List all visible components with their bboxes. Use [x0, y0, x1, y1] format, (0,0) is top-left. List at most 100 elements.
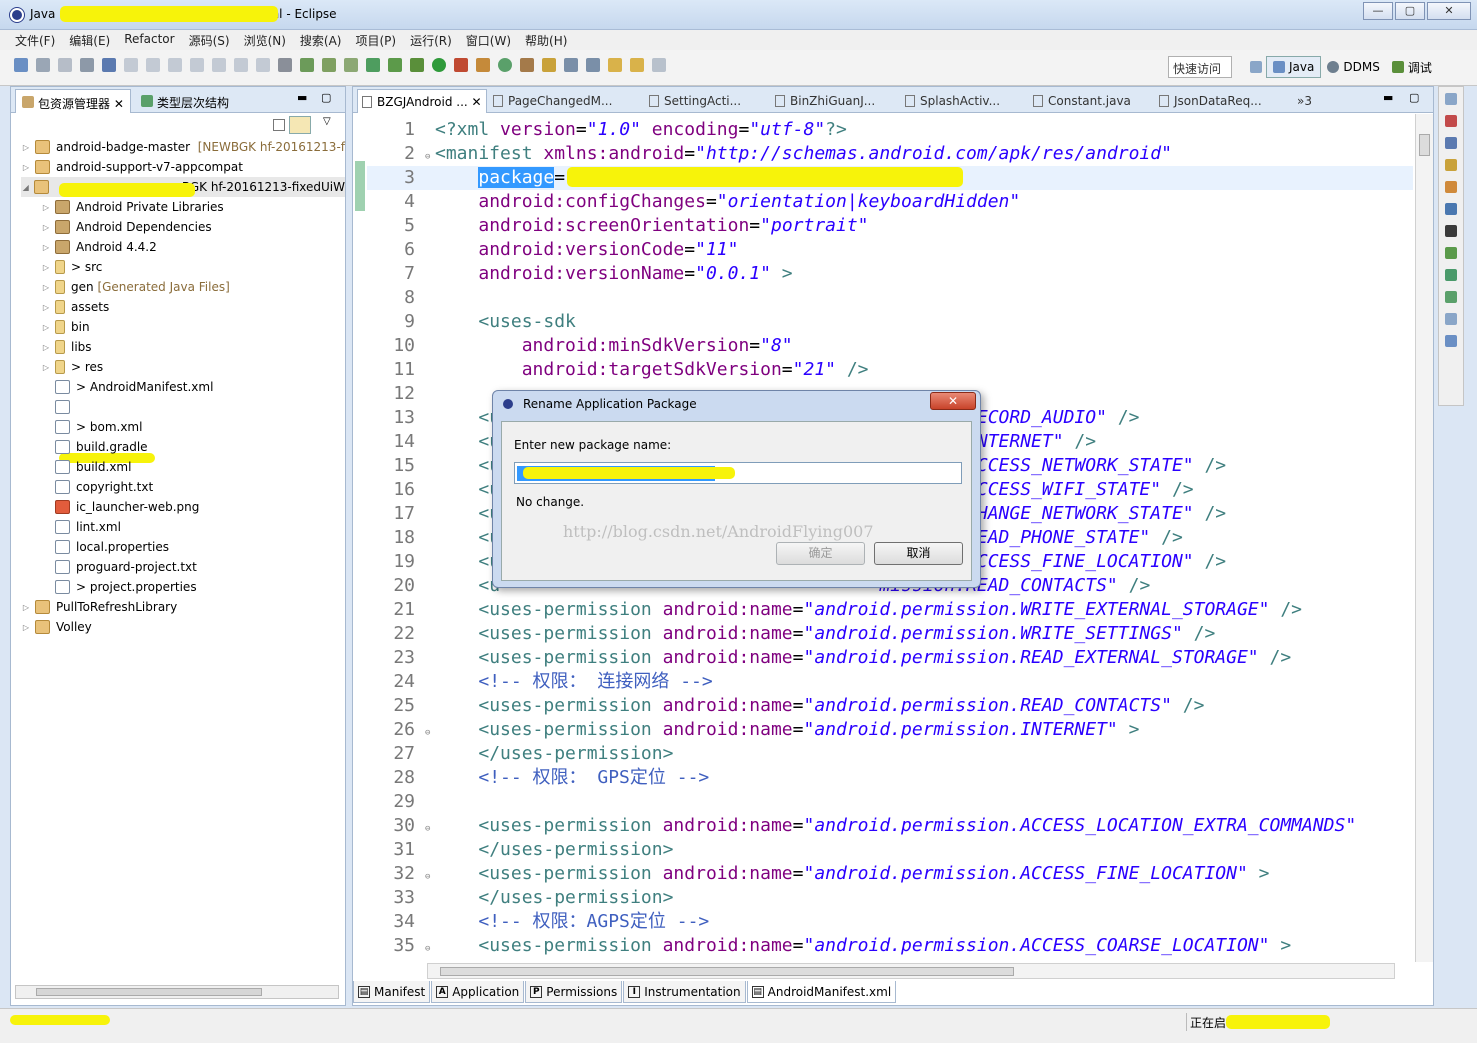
editor-tab[interactable]: BinZhiGuanJ... — [771, 89, 879, 113]
step-return-icon[interactable] — [256, 58, 270, 72]
editor-vertical-scrollbar[interactable] — [1415, 114, 1433, 962]
new-android-project-icon[interactable] — [388, 58, 402, 72]
print-icon[interactable] — [80, 58, 94, 72]
avd-manager-icon[interactable] — [344, 58, 358, 72]
tab-application[interactable]: A Application — [431, 981, 525, 1003]
external-tools-icon[interactable] — [454, 58, 468, 72]
close-button[interactable]: ✕ — [1427, 2, 1471, 20]
tree-item-lint[interactable]: lint.xml — [41, 517, 121, 537]
code-line[interactable]: 29 — [367, 790, 1413, 814]
new-package-icon[interactable] — [476, 58, 490, 72]
restore-icon[interactable] — [1445, 93, 1457, 105]
maximize-view-icon[interactable]: ▢ — [321, 91, 331, 104]
menu-run[interactable]: 运行(R) — [403, 30, 459, 50]
step-over-icon[interactable] — [234, 58, 248, 72]
code-line[interactable]: 34 <!-- 权限：AGPS定位 --> — [367, 910, 1413, 934]
tree-item-copyright[interactable]: copyright.txt — [41, 477, 153, 497]
code-line[interactable]: 1 <?xml version="1.0" encoding="utf-8"?> — [367, 118, 1413, 142]
open-type-icon[interactable] — [520, 58, 534, 72]
tree-item-badge-master[interactable]: ▷ android-badge-master [NEWBGK hf-2016121… — [21, 137, 345, 157]
code-line[interactable]: 22 <uses-permission android:name="androi… — [367, 622, 1413, 646]
code-line[interactable]: 32 ⊖ <uses-permission android:name="andro… — [367, 862, 1413, 886]
back-icon[interactable] — [630, 58, 644, 72]
restore-icon[interactable] — [1445, 313, 1457, 325]
tree-item-res[interactable]: ▷ > res — [41, 357, 103, 377]
editor-tab[interactable]: PageChangedM... — [489, 89, 616, 113]
menu-source[interactable]: 源码(S) — [182, 30, 237, 50]
code-line[interactable]: 9 <uses-sdk — [367, 310, 1413, 334]
drop-to-frame-icon[interactable] — [278, 58, 292, 72]
code-line[interactable]: 11 android:targetSdkVersion="21" /> — [367, 358, 1413, 382]
tree-item-build-xml[interactable]: build.xml — [41, 457, 131, 477]
menu-file[interactable]: 文件(F) — [8, 30, 62, 50]
maximize-editor-icon[interactable]: ▢ — [1409, 91, 1419, 104]
code-line[interactable]: 26 ⊖ <uses-permission android:name="andro… — [367, 718, 1413, 742]
debug-icon[interactable] — [410, 58, 424, 72]
next-annotation-icon[interactable] — [564, 58, 578, 72]
search-view-icon[interactable] — [1445, 269, 1457, 281]
task-list-icon[interactable] — [1445, 181, 1457, 193]
perspective-debug[interactable]: 调试 — [1386, 56, 1438, 78]
open-perspective-icon[interactable] — [1250, 61, 1262, 73]
cancel-button[interactable]: 取消 — [874, 542, 963, 565]
perspective-java[interactable]: Java — [1266, 56, 1322, 78]
dialog-close-button[interactable]: ✕ — [930, 392, 976, 410]
minimize-button[interactable]: — — [1363, 2, 1393, 20]
tree-item-libs[interactable]: ▷ libs — [41, 337, 92, 357]
android-sdk-icon[interactable] — [322, 58, 336, 72]
tree-item-launcher-png[interactable]: ic_launcher-web.png — [41, 497, 199, 517]
tree-item-pulltorefresh[interactable]: ▷ PullToRefreshLibrary — [21, 597, 177, 617]
javadoc-icon[interactable] — [1445, 137, 1457, 149]
menu-search[interactable]: 搜索(A) — [293, 30, 349, 50]
editor-tab[interactable]: SplashActiv... — [901, 89, 1004, 113]
problems-icon[interactable] — [1445, 247, 1457, 259]
last-edit-icon[interactable] — [608, 58, 622, 72]
tree-item-volley[interactable]: ▷ Volley — [21, 617, 92, 637]
tree-item-private-libs[interactable]: ▷ Android Private Libraries — [41, 197, 224, 217]
tab-manifest[interactable]: ▤ Manifest — [353, 981, 431, 1003]
ok-button[interactable]: 确定 — [776, 542, 865, 565]
quick-access-input[interactable]: 快速访问 — [1168, 56, 1232, 78]
tree-item-local-properties[interactable]: local.properties — [41, 537, 169, 557]
code-line[interactable]: 27 </uses-permission> — [367, 742, 1413, 766]
code-line[interactable]: 25 <uses-permission android:name="androi… — [367, 694, 1413, 718]
tab-permissions[interactable]: P Permissions — [525, 981, 623, 1003]
disconnect-icon[interactable] — [190, 58, 204, 72]
tree-item-dependencies[interactable]: ▷ Android Dependencies — [41, 217, 212, 237]
tab-type-hierarchy[interactable]: 类型层次结构 — [135, 89, 235, 113]
tree-item-src[interactable]: ▷ > src — [41, 257, 102, 277]
tab-androidmanifest-xml[interactable]: ▤ AndroidManifest.xml — [746, 981, 897, 1003]
run-icon[interactable] — [432, 58, 446, 72]
code-line[interactable]: 4 android:configChanges="orientation|key… — [367, 190, 1413, 214]
code-line[interactable]: 8 — [367, 286, 1413, 310]
tree-item-bin[interactable]: ▷ bin — [41, 317, 90, 337]
tree-item-assets[interactable]: ▷ assets — [41, 297, 109, 317]
code-line[interactable]: 21 <uses-permission android:name="androi… — [367, 598, 1413, 622]
tree-item-appcompat[interactable]: ▷ android-support-v7-appcompat — [21, 157, 243, 177]
explorer-horizontal-scrollbar[interactable] — [15, 985, 339, 999]
new-icon[interactable] — [14, 58, 28, 72]
menu-refactor[interactable]: Refactor — [117, 30, 181, 50]
save-all-icon[interactable] — [58, 58, 72, 72]
code-line[interactable]: 6 android:versionCode="11" — [367, 238, 1413, 262]
code-line[interactable]: 35 ⊖ <uses-permission android:name="andro… — [367, 934, 1413, 958]
code-line[interactable]: 2 ⊖ <manifest xmlns:android="http://schema… — [367, 142, 1413, 166]
devices-icon[interactable] — [1445, 335, 1457, 347]
more-tabs-button[interactable]: »3 — [1293, 89, 1316, 113]
code-line[interactable]: 7 android:versionName="0.0.1" > — [367, 262, 1413, 286]
search-icon[interactable] — [542, 58, 556, 72]
tree-item-android-442[interactable]: ▷ Android 4.4.2 — [41, 237, 157, 257]
minimize-editor-icon[interactable]: ▬ — [1383, 91, 1393, 104]
tree-item-proguard[interactable]: proguard-project.txt — [41, 557, 197, 577]
tree-item-keystore[interactable] — [41, 397, 76, 417]
editor-tab[interactable]: SettingActi... — [645, 89, 745, 113]
skip-breakpoints-icon[interactable] — [102, 58, 116, 72]
code-line[interactable]: 23 <uses-permission android:name="androi… — [367, 646, 1413, 670]
code-line[interactable]: 24 <!-- 权限： 连接网络 --> — [367, 670, 1413, 694]
minimize-view-icon[interactable]: ▬ — [297, 91, 307, 104]
outline-icon[interactable] — [1445, 115, 1457, 127]
suspend-icon[interactable] — [146, 58, 160, 72]
tree-item-gen[interactable]: ▷ gen [Generated Java Files] — [41, 277, 230, 297]
code-line[interactable]: 28 <!-- 权限： GPS定位 --> — [367, 766, 1413, 790]
code-line[interactable]: 31 </uses-permission> — [367, 838, 1413, 862]
